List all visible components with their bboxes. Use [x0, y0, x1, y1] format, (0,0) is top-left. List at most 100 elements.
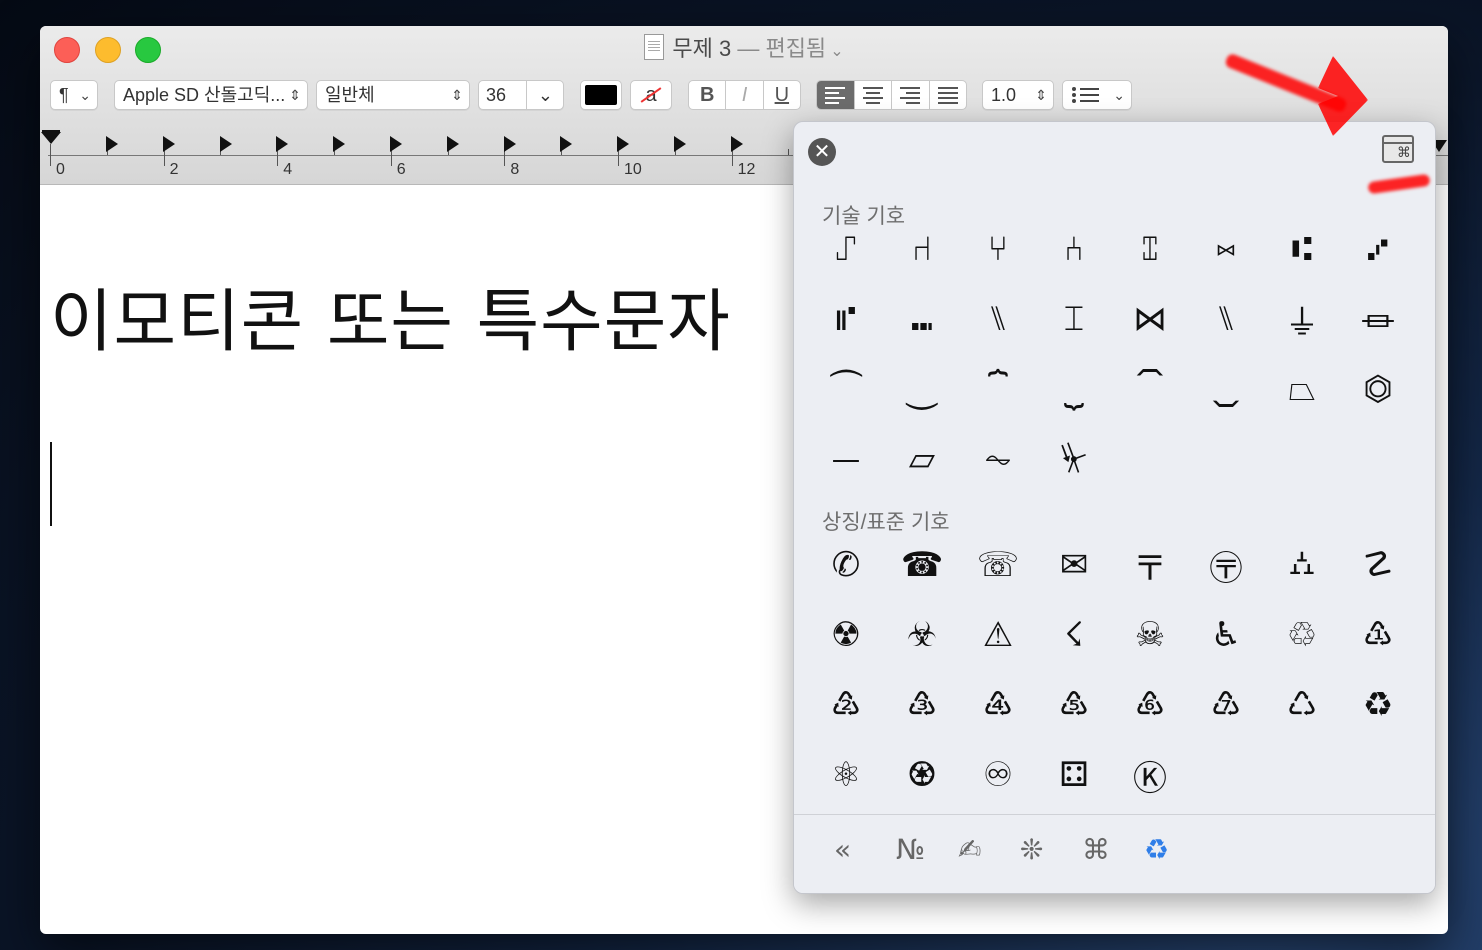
symbol-cell[interactable]: ☢	[808, 600, 884, 670]
symbol-cell[interactable]: 〶	[1188, 530, 1264, 600]
tab-stop-marker[interactable]	[276, 136, 289, 152]
tab-stop-marker[interactable]	[617, 136, 630, 152]
symbol-cell[interactable]: ♹	[1188, 670, 1264, 740]
tab-stop-marker[interactable]	[219, 136, 232, 152]
symbol-cell[interactable]: ⏡	[1188, 354, 1264, 424]
symbol-cell[interactable]: ⏝	[884, 354, 960, 424]
symbol-cell[interactable]: ♸	[1112, 670, 1188, 740]
symbol-cell[interactable]: ⏤	[808, 424, 884, 494]
ruler-number: 2	[169, 161, 179, 178]
symbol-cell[interactable]: ⑊	[1188, 284, 1264, 354]
tab-stop-marker[interactable]	[390, 136, 402, 152]
italic-button[interactable]: I	[726, 81, 764, 109]
symbol-cell[interactable]: ⑃	[1036, 214, 1112, 284]
symbol-cell[interactable]: ⚠	[960, 600, 1036, 670]
tab-stop-marker[interactable]	[162, 136, 175, 152]
symbol-cell[interactable]: ☠	[1112, 600, 1188, 670]
tab-stop-marker[interactable]	[503, 136, 516, 152]
symbol-cell[interactable]: ☎	[884, 530, 960, 600]
symbol-cell[interactable]: ⏣	[1340, 354, 1416, 424]
paragraph-icon: ¶	[59, 85, 69, 105]
symbol-cell[interactable]: ⑆	[1264, 214, 1340, 284]
symbol-cell[interactable]: ⏚	[1264, 284, 1340, 354]
symbol-cell[interactable]: ♷	[1036, 670, 1112, 740]
symbol-cell[interactable]: ♲	[1264, 600, 1340, 670]
symbol-cell[interactable]: Ⓚ	[1112, 740, 1188, 810]
paragraph-style-popup[interactable]: ¶ ⌄	[50, 80, 98, 110]
font-emphasis-group: B I U	[688, 80, 801, 110]
font-family-popup[interactable]: Apple SD 산돌고딕... ⇕	[114, 80, 308, 110]
symbol-cell[interactable]: ♺	[1264, 670, 1340, 740]
indent-bar-marker[interactable]	[42, 130, 60, 133]
text-color-well[interactable]	[580, 80, 622, 110]
tab-stop-marker[interactable]	[674, 136, 686, 152]
symbol-cell[interactable]: ⏧	[1036, 424, 1112, 494]
symbol-cell[interactable]: ⑀	[808, 214, 884, 284]
symbol-cell[interactable]: ☏	[960, 530, 1036, 600]
symbol-cell[interactable]: ⋈	[1112, 284, 1188, 354]
symbol-cell[interactable]: ⑊	[960, 284, 1036, 354]
symbol-cell[interactable]: ⑉	[884, 284, 960, 354]
tab-stop-marker[interactable]	[730, 136, 743, 152]
symbol-cell[interactable]: ✆	[808, 530, 884, 600]
font-size-input[interactable]: 36	[479, 81, 527, 109]
underline-button[interactable]: U	[764, 81, 800, 109]
symbol-cell[interactable]: ⑈	[808, 284, 884, 354]
symbol-cell[interactable]: ⑇	[1340, 214, 1416, 284]
symbol-cell[interactable]: ♳	[1340, 600, 1416, 670]
symbol-cell[interactable]: ⑄	[1112, 214, 1188, 284]
align-justify-button[interactable]	[930, 81, 967, 109]
symbol-cell[interactable]: ☡	[1340, 530, 1416, 600]
symbol-cell[interactable]: ⏢	[1264, 354, 1340, 424]
tab-stop-marker[interactable]	[560, 136, 573, 152]
symbol-cell[interactable]: ♵	[884, 670, 960, 740]
chevron-down-icon[interactable]: ⌄	[538, 81, 553, 109]
symbol-cell[interactable]: ⑅	[1188, 214, 1264, 284]
list-style-popup[interactable]: ⌄	[1062, 80, 1132, 110]
symbol-cell[interactable]: ☣	[884, 600, 960, 670]
symbol-cell[interactable]: ♻	[1340, 670, 1416, 740]
symbol-cell[interactable]: ✉	[1036, 530, 1112, 600]
symbol-cell[interactable]: 〒	[1112, 530, 1188, 600]
symbol-cell[interactable]: ⌶	[1036, 284, 1112, 354]
symbol-cell[interactable]: ⑁	[884, 214, 960, 284]
align-right-button[interactable]	[892, 81, 930, 109]
symbol-cell[interactable]: ☇	[1036, 600, 1112, 670]
symbol-cell[interactable]: ⏞	[960, 354, 1036, 424]
symbol-cell[interactable]: ⏦	[960, 424, 1036, 494]
tab-stop-marker[interactable]	[446, 136, 459, 152]
symbol-cell[interactable]: ♼	[884, 740, 960, 810]
symbol-cell[interactable]: ⚛	[808, 740, 884, 810]
expand-viewer-button[interactable]: ⌘	[1382, 135, 1414, 163]
align-center-button[interactable]	[855, 81, 892, 109]
symbol-cell[interactable]: ♾	[960, 740, 1036, 810]
symbol-cell[interactable]: ⏠	[1112, 354, 1188, 424]
document-text[interactable]: 이모티콘 또는 특수문자	[50, 266, 731, 365]
symbol-cell[interactable]: ♶	[960, 670, 1036, 740]
bold-button[interactable]: B	[689, 81, 727, 109]
category-collapse-button[interactable]: «	[834, 833, 851, 866]
symbol-cell[interactable]: ⏛	[1340, 284, 1416, 354]
line-spacing-popup[interactable]: 1.0 ⇕	[982, 80, 1054, 110]
font-style-popup[interactable]: 일반체 ⇕	[316, 80, 470, 110]
symbol-cell[interactable]: ⑂	[960, 214, 1036, 284]
category-letterlike-button[interactable]: №	[896, 833, 925, 866]
close-panel-button[interactable]: ✕	[808, 138, 836, 166]
category-dingbats-button[interactable]: ❊	[1020, 833, 1043, 866]
symbol-cell[interactable]: ⏥	[884, 424, 960, 494]
symbol-cell[interactable]: ⏟	[1036, 354, 1112, 424]
tab-stop-marker[interactable]	[333, 136, 346, 152]
symbol-cell[interactable]: ⏜	[808, 354, 884, 424]
symbol-cell[interactable]: ⛼	[1264, 530, 1340, 600]
highlight-color-well[interactable]: a	[630, 80, 672, 110]
first-line-indent-marker[interactable]	[41, 132, 61, 144]
category-technical-button[interactable]: ⌘	[1082, 833, 1110, 866]
font-size-combo[interactable]: 36 ⌄	[478, 80, 564, 110]
symbol-cell[interactable]: ♿	[1188, 600, 1264, 670]
symbol-cell[interactable]: ♴	[808, 670, 884, 740]
category-symbols-button[interactable]: ♻	[1144, 833, 1169, 866]
align-left-button[interactable]	[817, 81, 855, 109]
symbol-cell[interactable]: ⚃	[1036, 740, 1112, 810]
category-pictographs-button[interactable]: ✍	[958, 833, 981, 866]
tab-stop-marker[interactable]	[106, 136, 118, 152]
